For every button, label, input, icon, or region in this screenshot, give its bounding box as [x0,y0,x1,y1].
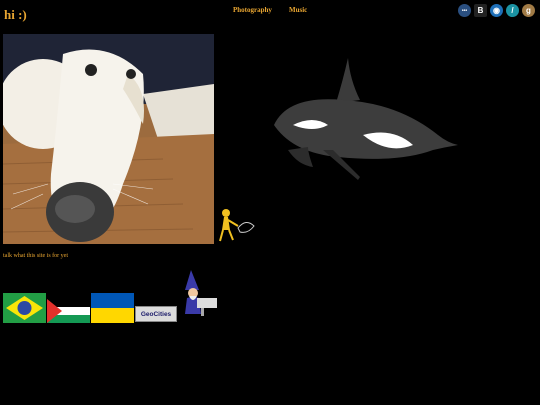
dog-photo [3,34,214,244]
wizard-icon [179,268,219,320]
social-icons: ••• B ◉ / g [458,4,535,17]
globe-icon[interactable]: ◉ [490,4,503,17]
orca-image [268,55,464,185]
ukraine-flag-icon [91,293,134,323]
g-icon[interactable]: g [522,4,535,17]
slash-icon[interactable]: / [506,4,519,17]
site-caption: talk what this site is for yet [3,253,68,259]
palestine-flag-icon [47,299,90,323]
brazil-flag-icon [3,293,46,323]
page-title: hi :) [4,7,27,22]
running-figure-icon [214,208,256,244]
b-icon[interactable]: B [474,4,487,17]
nav-photography-link[interactable]: Photography [233,6,272,14]
nav-music-link[interactable]: Music [289,6,307,14]
geocities-badge[interactable]: GeoCities [135,306,177,322]
dots-icon[interactable]: ••• [458,4,471,17]
